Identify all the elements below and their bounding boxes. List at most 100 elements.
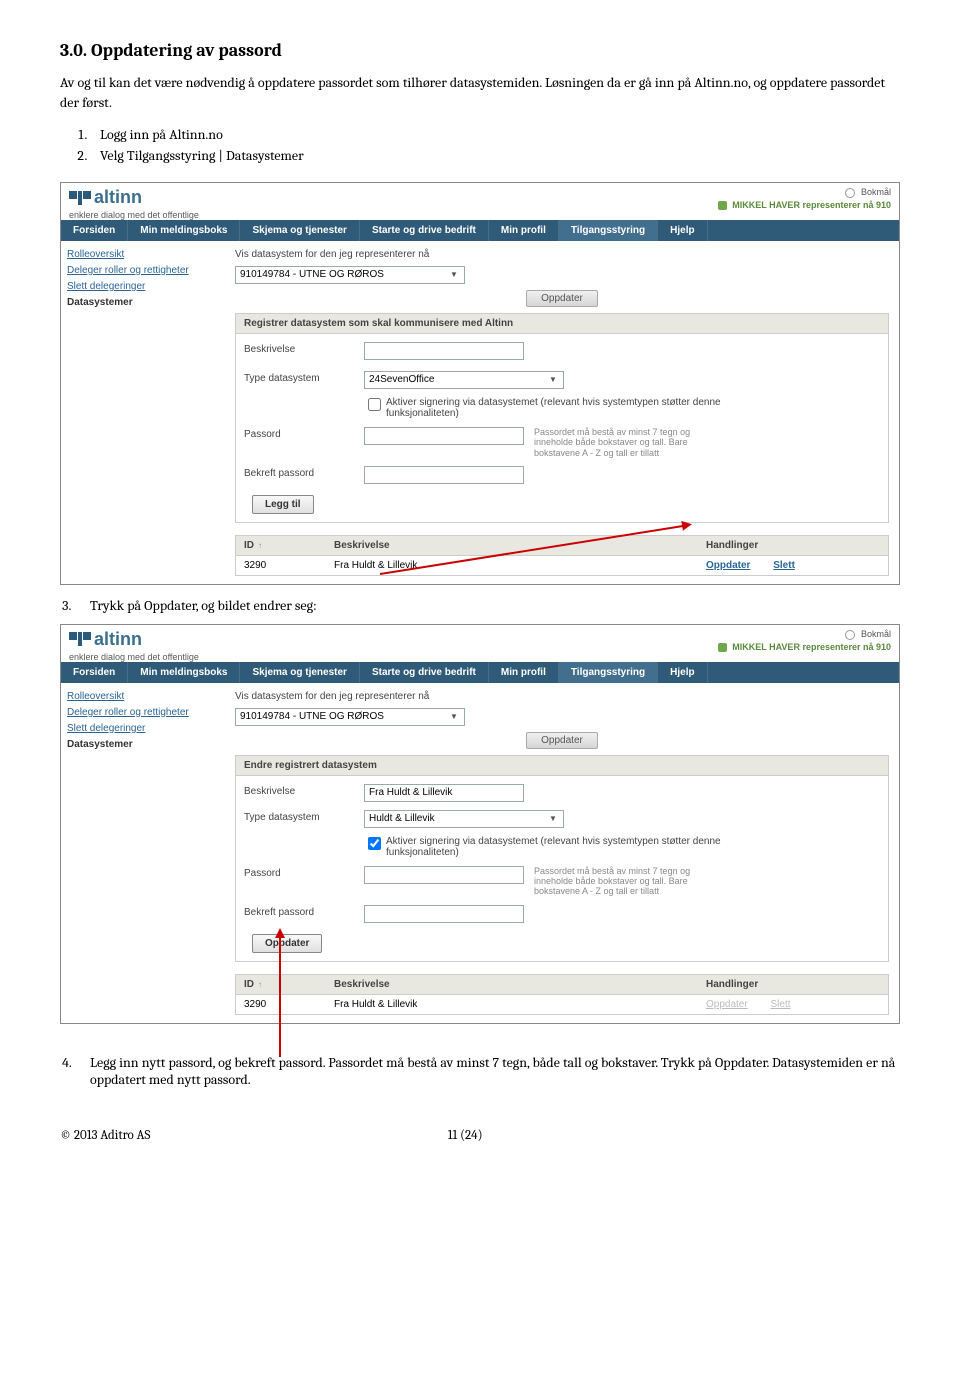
sidebar: Rolleoversikt Deleger roller og rettighe… (61, 683, 231, 1023)
nav-profil[interactable]: Min profil (489, 662, 559, 683)
col-id-header[interactable]: ID↑ (236, 975, 326, 994)
language-label: Bokmål (861, 187, 891, 197)
globe-icon (845, 630, 855, 640)
passord-input[interactable] (364, 427, 524, 445)
col-id-header[interactable]: ID↑ (236, 536, 326, 555)
type-select[interactable]: Huldt & Lillevik ▼ (364, 810, 564, 828)
nav-forsiden[interactable]: Forsiden (61, 662, 128, 683)
user-representation: MIKKEL HAVER representerer nå 910 (718, 200, 891, 210)
oppdater-button[interactable]: Oppdater (526, 290, 598, 307)
bekreft-passord-input[interactable] (364, 905, 524, 923)
org-select-value: 910149784 - UTNE OG RØROS (240, 711, 384, 722)
type-label: Type datasystem (244, 371, 364, 384)
org-select[interactable]: 910149784 - UTNE OG RØROS ▼ (235, 266, 465, 284)
bekreft-passord-label: Bekreft passord (244, 905, 364, 918)
step-3: 3.Trykk på Oppdater, og bildet endrer se… (90, 597, 900, 614)
nav-tilgangsstyring[interactable]: Tilgangsstyring (559, 220, 658, 241)
passord-hint: Passordet må bestå av minst 7 tegn og in… (534, 427, 724, 458)
beskrivelse-input[interactable] (364, 342, 524, 360)
page-footer: © 2013 Aditro AS 11 (24) (60, 1128, 900, 1143)
nav-meldingsboks[interactable]: Min meldingsboks (128, 662, 240, 683)
step-4: 4.Legg inn nytt passord, og bekreft pass… (90, 1054, 900, 1088)
passord-hint: Passordet må bestå av minst 7 tegn og in… (534, 866, 724, 897)
beskrivelse-label: Beskrivelse (244, 784, 364, 797)
type-select-value: 24SevenOffice (369, 374, 434, 385)
altinn-logo: altinn (69, 187, 142, 208)
passord-label: Passord (244, 866, 364, 879)
type-select[interactable]: 24SevenOffice ▼ (364, 371, 564, 389)
row-oppdater-link[interactable]: Oppdater (706, 560, 750, 571)
row-id: 3290 (236, 995, 326, 1014)
altinn-logo-icon (69, 632, 91, 646)
edit-section-title: Endre registrert datasystem (236, 756, 888, 776)
sidebar-rolleoversikt[interactable]: Rolleoversikt (67, 249, 225, 260)
sidebar-datasystemer[interactable]: Datasystemer (67, 739, 225, 750)
nav-meldingsboks[interactable]: Min meldingsboks (128, 220, 240, 241)
nav-skjema[interactable]: Skjema og tjenester (240, 220, 359, 241)
bekreft-passord-label: Bekreft passord (244, 466, 364, 479)
aktiver-signering-label: Aktiver signering via datasystemet (rele… (386, 836, 736, 858)
vis-datasystem-label: Vis datasystem for den jeg representerer… (235, 691, 429, 702)
chevron-down-icon: ▼ (547, 814, 559, 823)
nav-hjelp[interactable]: Hjelp (658, 662, 707, 683)
nav-skjema[interactable]: Skjema og tjenester (240, 662, 359, 683)
register-section: Registrer datasystem som skal kommuniser… (235, 313, 889, 523)
steps-list-1: Logg inn på Altinn.no Velg Tilgangsstyri… (90, 126, 900, 164)
user-line: MIKKEL HAVER representerer nå 910 (732, 200, 891, 210)
table-row: 3290 Fra Huldt & Lillevik Oppdater Slett (235, 995, 889, 1015)
org-select[interactable]: 910149784 - UTNE OG RØROS ▼ (235, 708, 465, 726)
aktiver-signering-label: Aktiver signering via datasystemet (rele… (386, 397, 736, 419)
nav-tilgangsstyring[interactable]: Tilgangsstyring (559, 662, 658, 683)
oppdater-form-button[interactable]: Oppdater (252, 934, 322, 953)
row-id: 3290 (236, 556, 326, 575)
col-actions-header: Handlinger (698, 536, 888, 555)
aktiver-signering-checkbox[interactable] (368, 398, 381, 411)
org-select-value: 910149784 - UTNE OG RØROS (240, 269, 384, 280)
altinn-logo-icon (69, 191, 91, 205)
row-slett-link[interactable]: Slett (773, 560, 795, 571)
language-selector[interactable]: Bokmål (718, 187, 891, 198)
register-section-title: Registrer datasystem som skal kommuniser… (236, 314, 888, 334)
user-icon (718, 643, 727, 652)
sidebar: Rolleoversikt Deleger roller og rettighe… (61, 241, 231, 584)
col-desc-header[interactable]: Beskrivelse (326, 975, 698, 994)
row-slett-link-disabled: Slett (770, 999, 790, 1010)
sidebar-slett[interactable]: Slett delegeringer (67, 723, 225, 734)
row-desc: Fra Huldt & Lillevik (326, 995, 698, 1014)
main-panel: Vis datasystem for den jeg representerer… (231, 683, 899, 1023)
user-icon (718, 201, 727, 210)
language-selector[interactable]: Bokmål (718, 629, 891, 640)
passord-label: Passord (244, 427, 364, 440)
beskrivelse-label: Beskrivelse (244, 342, 364, 355)
nav-starte[interactable]: Starte og drive bedrift (360, 220, 489, 241)
sidebar-deleger[interactable]: Deleger roller og rettigheter (67, 707, 225, 718)
page-number: 11 (24) (30, 1128, 900, 1143)
legg-til-button[interactable]: Legg til (252, 495, 314, 514)
aktiver-signering-checkbox[interactable] (368, 837, 381, 850)
brand-tagline: enklere dialog med det offentlige (61, 652, 899, 662)
chevron-down-icon: ▼ (448, 270, 460, 279)
vis-datasystem-label: Vis datasystem for den jeg representerer… (235, 249, 429, 260)
sidebar-slett[interactable]: Slett delegeringer (67, 281, 225, 292)
oppdater-button[interactable]: Oppdater (526, 732, 598, 749)
nav-profil[interactable]: Min profil (489, 220, 559, 241)
sidebar-rolleoversikt[interactable]: Rolleoversikt (67, 691, 225, 702)
passord-input[interactable] (364, 866, 524, 884)
sidebar-datasystemer[interactable]: Datasystemer (67, 297, 225, 308)
bekreft-passord-input[interactable] (364, 466, 524, 484)
nav-hjelp[interactable]: Hjelp (658, 220, 707, 241)
top-navigation: Forsiden Min meldingsboks Skjema og tjen… (61, 220, 899, 241)
nav-forsiden[interactable]: Forsiden (61, 220, 128, 241)
edit-section: Endre registrert datasystem Beskrivelse … (235, 755, 889, 962)
nav-starte[interactable]: Starte og drive bedrift (360, 662, 489, 683)
language-label: Bokmål (861, 629, 891, 639)
altinn-logo: altinn (69, 629, 142, 650)
brand-text: altinn (94, 629, 142, 650)
main-panel: Vis datasystem for den jeg representerer… (231, 241, 899, 584)
row-oppdater-link-disabled: Oppdater (706, 999, 748, 1010)
sidebar-deleger[interactable]: Deleger roller og rettigheter (67, 265, 225, 276)
user-representation: MIKKEL HAVER representerer nå 910 (718, 642, 891, 652)
beskrivelse-input[interactable]: Fra Huldt & Lillevik (364, 784, 524, 802)
chevron-down-icon: ▼ (547, 375, 559, 384)
brand-tagline: enklere dialog med det offentlige (61, 210, 899, 220)
